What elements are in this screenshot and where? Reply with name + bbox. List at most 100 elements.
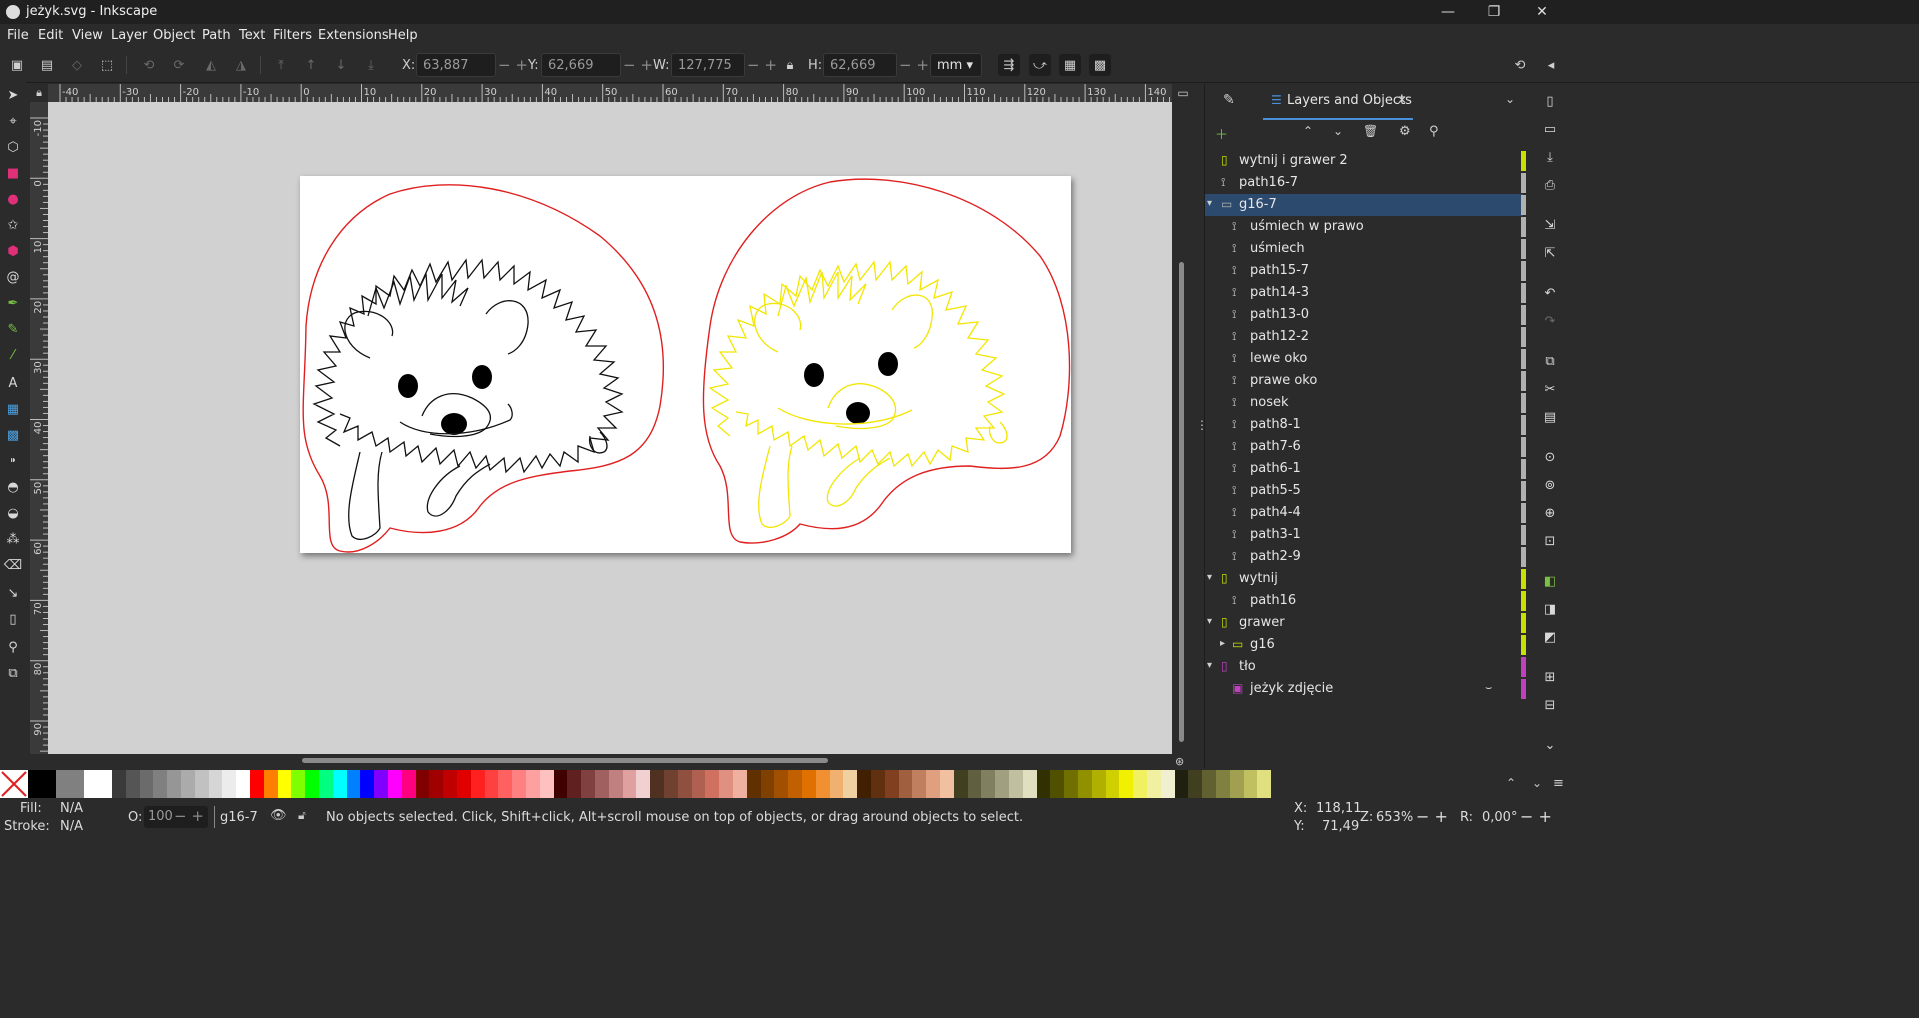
text-tool-icon[interactable]: A xyxy=(2,372,24,394)
color-swatch[interactable] xyxy=(622,770,637,798)
palette-menu-icon[interactable]: ≡ xyxy=(1553,776,1564,791)
layer-row[interactable]: ⟟ path13-0 xyxy=(1205,304,1526,326)
color-swatch[interactable] xyxy=(263,770,278,798)
tab-layers-objects[interactable]: ☰ Layers and Objects ✕ xyxy=(1263,84,1413,120)
rotate-ccw-icon[interactable]: ⟲ xyxy=(138,54,160,76)
opacity-stepper[interactable]: − + xyxy=(174,807,204,825)
layer-row[interactable]: ▸ ▭ g16 xyxy=(1205,634,1526,656)
import-icon[interactable]: ⇲ xyxy=(1539,214,1561,236)
x-field[interactable]: 63,887 xyxy=(416,53,496,77)
color-swatch[interactable] xyxy=(429,770,444,798)
color-swatch[interactable] xyxy=(1257,770,1272,798)
color-swatch[interactable] xyxy=(1036,770,1051,798)
duplicate-icon[interactable]: ◧ xyxy=(1539,570,1561,592)
layer-row[interactable]: ▾ ▯ wytnij xyxy=(1205,568,1526,590)
no-paint-swatch[interactable] xyxy=(0,770,28,798)
ruler-lock-icon[interactable]: 🔒︎ xyxy=(30,84,48,102)
menu-extensions[interactable]: Extensions xyxy=(318,28,389,43)
color-swatch[interactable] xyxy=(1229,770,1244,798)
document-page[interactable] xyxy=(300,176,1071,553)
w-field[interactable]: 127,775 xyxy=(671,53,745,77)
color-swatch[interactable] xyxy=(664,770,678,798)
rotate-cw-icon[interactable]: ⟳ xyxy=(168,54,190,76)
node-tool-icon[interactable]: ⌖ xyxy=(2,110,24,132)
layer-row[interactable]: ⟟ uśmiech w prawo xyxy=(1205,216,1526,238)
color-swatch[interactable] xyxy=(760,770,775,798)
color-swatch[interactable] xyxy=(1105,770,1120,798)
color-swatch[interactable] xyxy=(871,770,885,798)
layer-lock-icon[interactable]: 🔓︎ xyxy=(298,808,306,823)
print-icon[interactable]: ⎙ xyxy=(1539,174,1561,196)
color-swatch[interactable] xyxy=(125,770,140,798)
save-file-icon[interactable]: ⤓ xyxy=(1539,146,1561,168)
layer-row[interactable]: ⟟ path5-5 xyxy=(1205,480,1526,502)
paint-bucket-icon[interactable]: ◓ xyxy=(2,476,24,498)
move-patterns-icon[interactable]: ▩ xyxy=(1089,54,1111,76)
color-swatch[interactable] xyxy=(926,770,940,798)
color-swatch[interactable] xyxy=(581,770,595,798)
color-swatch[interactable] xyxy=(884,770,899,798)
group-icon[interactable]: ⊞ xyxy=(1539,666,1561,688)
color-swatch[interactable] xyxy=(470,770,485,798)
clone-icon[interactable]: ◨ xyxy=(1539,598,1561,620)
minimize-button[interactable]: — xyxy=(1428,2,1468,22)
color-swatch[interactable] xyxy=(802,770,816,798)
connector-tool-icon[interactable]: ↘ xyxy=(2,582,24,604)
x-stepper[interactable]: − + xyxy=(498,53,528,77)
current-layer[interactable]: g16-7 xyxy=(220,810,258,825)
horizontal-scroll-thumb[interactable] xyxy=(302,758,828,763)
stroke-value[interactable]: N/A xyxy=(60,819,83,834)
color-swatch[interactable] xyxy=(305,770,319,798)
layer-row[interactable]: ⟟ path3-1 xyxy=(1205,524,1526,546)
opacity-field[interactable]: 100 − + xyxy=(144,806,208,828)
color-swatch[interactable] xyxy=(677,770,692,798)
ungroup-icon[interactable]: ⊟ xyxy=(1539,694,1561,716)
color-swatch[interactable] xyxy=(346,770,361,798)
color-swatch[interactable] xyxy=(236,770,250,798)
layer-row[interactable]: ⟟ path16-7 xyxy=(1205,172,1526,194)
settings-gear-icon[interactable]: ⚙ xyxy=(1399,124,1411,139)
color-swatch[interactable] xyxy=(553,770,568,798)
layer-row[interactable]: ⟟ path14-3 xyxy=(1205,282,1526,304)
horizontal-scrollbar[interactable] xyxy=(48,754,1172,768)
color-swatch[interactable] xyxy=(857,770,871,798)
open-file-icon[interactable]: ▭ xyxy=(1539,118,1561,140)
color-swatch[interactable] xyxy=(705,770,720,798)
color-swatch[interactable] xyxy=(167,770,181,798)
deselect-icon[interactable]: ◇ xyxy=(66,54,88,76)
menu-object[interactable]: Object xyxy=(153,28,195,43)
color-swatch[interactable] xyxy=(1022,770,1037,798)
palette-scroll-up-icon[interactable]: ⌃ xyxy=(1506,776,1516,790)
zoom-tool-icon[interactable]: ⚲ xyxy=(2,636,24,658)
expand-down-icon[interactable]: ▾ xyxy=(1207,198,1212,209)
color-swatch[interactable] xyxy=(360,770,375,798)
color-swatch[interactable] xyxy=(291,770,306,798)
expand-down-icon[interactable]: ▾ xyxy=(1207,660,1212,671)
flip-horizontal-icon[interactable]: ◭ xyxy=(200,54,222,76)
maximize-button[interactable]: ❐ xyxy=(1474,2,1514,22)
zoom-drawing-icon[interactable]: ⊚ xyxy=(1539,474,1561,496)
layer-row[interactable]: ⟟ path2-9 xyxy=(1205,546,1526,568)
color-swatch[interactable] xyxy=(1091,770,1106,798)
hidden-eye-icon[interactable]: ⌣ xyxy=(1485,681,1492,695)
h-stepper[interactable]: − + xyxy=(899,53,929,77)
color-swatch[interactable] xyxy=(526,770,540,798)
snap-toggle-icon[interactable]: ⟲ xyxy=(1509,54,1531,76)
color-swatch[interactable] xyxy=(940,770,954,798)
flip-vertical-icon[interactable]: ◮ xyxy=(230,54,252,76)
cut-icon[interactable]: ✂ xyxy=(1539,378,1561,400)
color-swatch[interactable] xyxy=(319,770,333,798)
color-swatch[interactable] xyxy=(1133,770,1147,798)
color-swatch[interactable] xyxy=(484,770,499,798)
more-commands-icon[interactable]: ⌄ xyxy=(1539,734,1561,756)
unit-select[interactable]: mm ▾ xyxy=(930,53,982,77)
unlink-clone-icon[interactable]: ◩ xyxy=(1539,626,1561,648)
color-swatch[interactable] xyxy=(788,770,802,798)
snap-options-icon[interactable]: ◂ xyxy=(1540,54,1562,76)
color-swatch[interactable] xyxy=(153,770,168,798)
add-layer-icon[interactable]: ＋ xyxy=(1215,124,1228,143)
color-swatch[interactable] xyxy=(995,770,1009,798)
canvas[interactable] xyxy=(48,102,1172,754)
color-swatch[interactable] xyxy=(650,770,664,798)
layer-visibility-icon[interactable]: 👁︎ xyxy=(270,808,287,823)
